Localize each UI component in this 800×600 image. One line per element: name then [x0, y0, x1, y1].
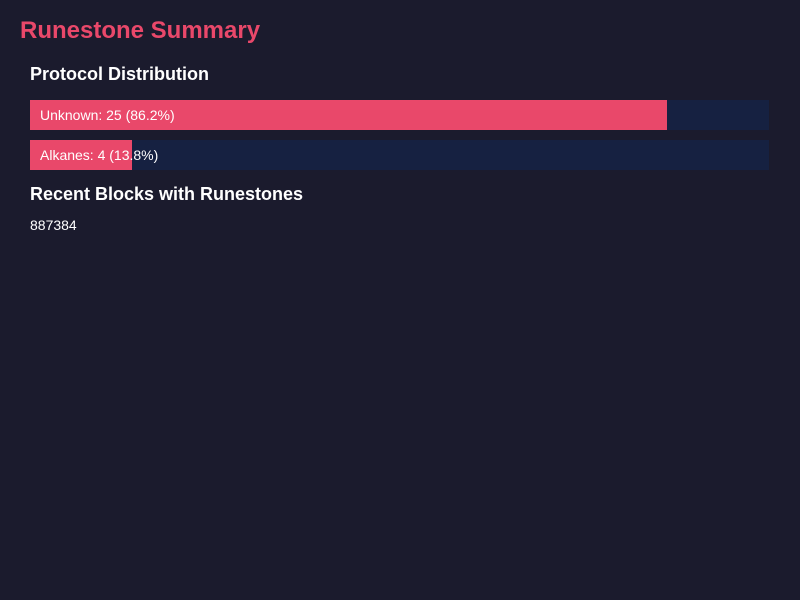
- recent-blocks-section: Recent Blocks with Runestones 887384: [30, 183, 770, 234]
- protocol-bar-label-unknown: Unknown: 25 (86.2%): [40, 107, 175, 123]
- recent-blocks-title: Recent Blocks with Runestones: [30, 184, 304, 204]
- recent-blocks-list: 887384: [30, 216, 770, 234]
- page-title: Runestone Summary: [20, 17, 261, 44]
- protocol-distribution-section: Protocol Distribution Unknown: 25 (86.2%…: [30, 63, 770, 180]
- protocol-distribution-title: Protocol Distribution: [30, 64, 209, 84]
- protocol-bar-label-alkanes: Alkanes: 4 (13.8%): [40, 147, 159, 163]
- protocol-bar-alkanes: Alkanes: 4 (13.8%): [30, 140, 769, 170]
- protocol-bars: Unknown: 25 (86.2%) Alkanes: 4 (13.8%): [30, 100, 770, 170]
- protocol-bar-unknown: Unknown: 25 (86.2%): [30, 100, 769, 130]
- runestone-summary-page: Runestone Summary Protocol Distribution …: [0, 0, 800, 600]
- block-item[interactable]: 887384: [30, 216, 770, 234]
